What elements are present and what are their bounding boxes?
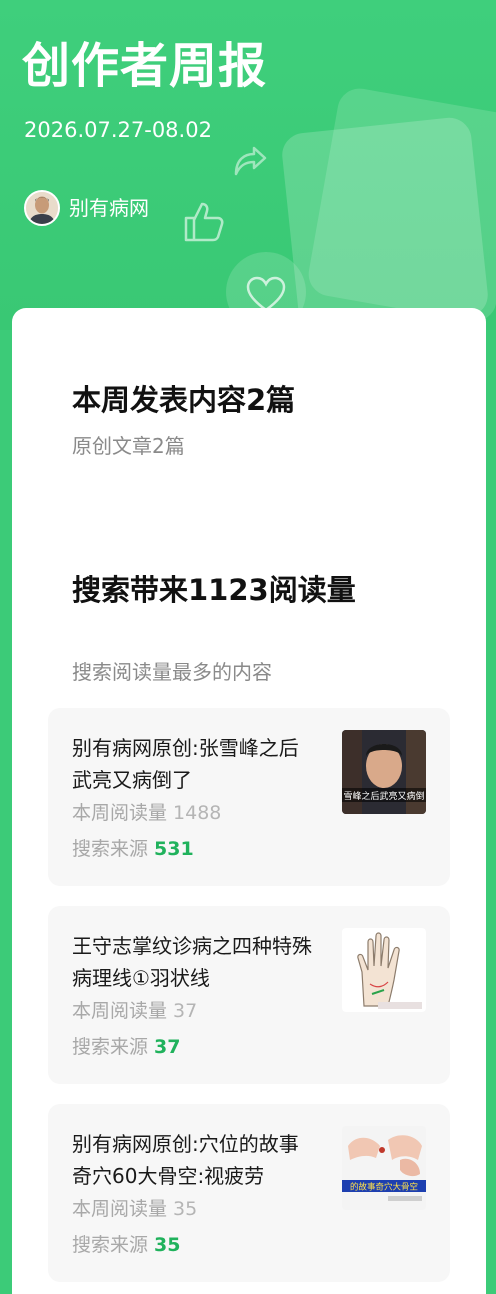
weekly-reads-value: 37: [173, 1000, 198, 1022]
search-source-label: 搜索来源: [72, 1036, 149, 1058]
search-source-label: 搜索来源: [72, 1234, 149, 1256]
author-name[interactable]: 别有病网: [69, 194, 149, 222]
search-source-label: 搜索来源: [72, 838, 149, 860]
weekly-reads-stat: 本周阅读量 37: [72, 998, 197, 1024]
content-item-title[interactable]: 别有病网原创:张雪峰之后武亮又病倒了: [72, 732, 317, 796]
date-range: 2026.07.27-08.02: [24, 118, 212, 142]
content-item-title[interactable]: 别有病网原创:穴位的故事奇穴60大骨空:视疲劳: [72, 1128, 317, 1192]
report-title: 创作者周报: [22, 38, 268, 94]
share-arrow-icon: [234, 146, 267, 176]
weekly-reads-label: 本周阅读量: [72, 802, 168, 824]
content-thumbnail[interactable]: 的故事奇穴大骨空: [342, 1126, 426, 1210]
avatar[interactable]: [24, 190, 60, 226]
publish-section-subtitle: 原创文章2篇: [72, 434, 185, 458]
search-source-value: 35: [154, 1234, 181, 1256]
avatar-portrait-icon: [26, 192, 58, 224]
content-item[interactable]: 别有病网原创:穴位的故事奇穴60大骨空:视疲劳 本周阅读量 35 搜索来源 35 的…: [48, 1104, 450, 1282]
weekly-reads-value: 1488: [173, 802, 222, 824]
content-item-title[interactable]: 王守志掌纹诊病之四种特殊病理线①羽状线: [72, 930, 317, 994]
report-card: 本周发表内容2篇 原创文章2篇 搜索带来1123阅读量 搜索阅读量最多的内容 别…: [12, 308, 486, 1294]
search-source-stat: 搜索来源 531: [72, 836, 194, 862]
weekly-reads-value: 35: [173, 1198, 198, 1220]
author-info[interactable]: 别有病网: [24, 190, 149, 226]
content-item[interactable]: 王守志掌纹诊病之四种特殊病理线①羽状线 本周阅读量 37 搜索来源 37: [48, 906, 450, 1084]
search-source-value: 37: [154, 1036, 181, 1058]
search-section-subtitle: 搜索阅读量最多的内容: [72, 660, 272, 684]
weekly-reads-stat: 本周阅读量 1488: [72, 800, 221, 826]
weekly-reads-label: 本周阅读量: [72, 1198, 168, 1220]
search-section-title: 搜索带来1123阅读量: [72, 573, 356, 607]
content-thumbnail[interactable]: [342, 928, 426, 1012]
publish-section-title: 本周发表内容2篇: [72, 383, 296, 417]
thumbnail-caption: 的故事奇穴大骨空: [350, 1182, 418, 1193]
content-thumbnail[interactable]: 雪峰之后武亮又病倒: [342, 730, 426, 814]
weekly-reads-stat: 本周阅读量 35: [72, 1196, 197, 1222]
search-source-stat: 搜索来源 37: [72, 1034, 180, 1060]
acupoint-video-thumbnail-image: 的故事奇穴大骨空: [342, 1126, 426, 1210]
weekly-reads-label: 本周阅读量: [72, 1000, 168, 1022]
report-header: 创作者周报 2026.07.27-08.02 别有病网: [0, 0, 496, 330]
thumbs-up-icon: [184, 202, 224, 242]
thumbnail-caption: 雪峰之后武亮又病倒: [343, 790, 424, 802]
search-source-value: 531: [154, 838, 194, 860]
search-source-stat: 搜索来源 35: [72, 1232, 180, 1258]
video-thumbnail-image: 雪峰之后武亮又病倒: [342, 730, 426, 814]
content-item[interactable]: 别有病网原创:张雪峰之后武亮又病倒了 本周阅读量 1488 搜索来源 531 雪峰之…: [48, 708, 450, 886]
palm-illustration-image: [342, 928, 426, 1012]
